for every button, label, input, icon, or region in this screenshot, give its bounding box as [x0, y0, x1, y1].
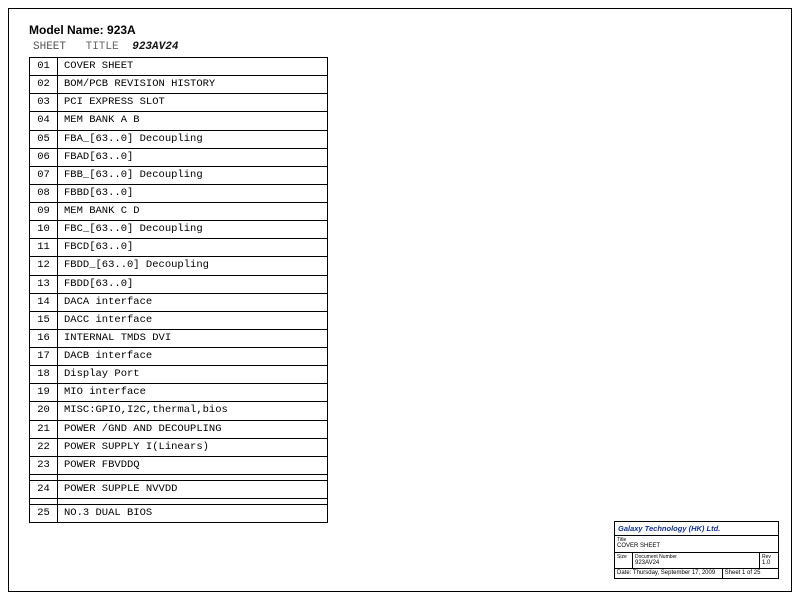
toc-row-title: INTERNAL TMDS DVI [58, 329, 328, 347]
table-row: 08FBBD[63..0] [30, 184, 328, 202]
toc-row-title: POWER /GND AND DECOUPLING [58, 420, 328, 438]
toc-row-title: PCI EXPRESS SLOT [58, 94, 328, 112]
toc-row-num: 03 [30, 94, 58, 112]
toc-row-num: 09 [30, 203, 58, 221]
toc-row-title: COVER SHEET [58, 58, 328, 76]
title-block: Galaxy Technology (HK) Ltd. Title COVER … [614, 521, 779, 579]
toc-row-title: FBCD[63..0] [58, 239, 328, 257]
table-row: 01COVER SHEET [30, 58, 328, 76]
page-frame: Model Name: 923A SHEET TITLE 923AV24 01C… [8, 8, 792, 592]
toc-row-num: 22 [30, 438, 58, 456]
toc-row-title: NO.3 DUAL BIOS [58, 505, 328, 523]
tb-date-label: Date: [617, 570, 631, 576]
table-row: 10FBC_[63..0] Decoupling [30, 221, 328, 239]
table-row: 24POWER SUPPLE NVVDD [30, 480, 328, 498]
toc-row-num: 19 [30, 384, 58, 402]
table-row: 13FBDD[63..0] [30, 275, 328, 293]
toc-row-num: 25 [30, 505, 58, 523]
table-row: 21POWER /GND AND DECOUPLING [30, 420, 328, 438]
table-row: 02BOM/PCB REVISION HISTORY [30, 76, 328, 94]
toc-row-title: Display Port [58, 366, 328, 384]
table-row: 18Display Port [30, 366, 328, 384]
tb-sheet-label: Sheet [725, 570, 741, 576]
toc-row-num: 10 [30, 221, 58, 239]
model-name-label: Model Name: [29, 23, 104, 37]
table-row: 11FBCD[63..0] [30, 239, 328, 257]
table-row: 25NO.3 DUAL BIOS [30, 505, 328, 523]
title-block-company: Galaxy Technology (HK) Ltd. [615, 522, 778, 536]
table-row: 05FBA_[63..0] Decoupling [30, 130, 328, 148]
toc-row-num: 14 [30, 293, 58, 311]
sheet-index: Model Name: 923A SHEET TITLE 923AV24 01C… [29, 23, 328, 523]
model-name-line: Model Name: 923A [29, 23, 328, 37]
toc-row-num: 01 [30, 58, 58, 76]
toc-row-title: FBA_[63..0] Decoupling [58, 130, 328, 148]
toc-col-sheet: SHEET [29, 41, 69, 53]
tb-sheet-value: 1 [742, 570, 745, 576]
tb-rev-value: 1.0 [762, 560, 776, 567]
toc-row-title: FBDD[63..0] [58, 275, 328, 293]
toc-row-title: DACC interface [58, 311, 328, 329]
toc-row-num: 06 [30, 148, 58, 166]
toc-row-title: POWER SUPPLY I(Linears) [58, 438, 328, 456]
tb-title-value: COVER SHEET [617, 543, 776, 550]
toc-row-num: 16 [30, 329, 58, 347]
toc-row-title: POWER SUPPLE NVVDD [58, 480, 328, 498]
table-row: 03PCI EXPRESS SLOT [30, 94, 328, 112]
toc-row-num: 23 [30, 456, 58, 474]
table-row: 04MEM BANK A B [30, 112, 328, 130]
toc-row-title: DACA interface [58, 293, 328, 311]
table-row: 12FBDD_[63..0] Decoupling [30, 257, 328, 275]
toc-row-num: 20 [30, 402, 58, 420]
toc-row-title: FBDD_[63..0] Decoupling [58, 257, 328, 275]
table-row: 06FBAD[63..0] [30, 148, 328, 166]
tb-date-value: Thursday, September 17, 2009 [633, 570, 715, 576]
toc-row-num: 18 [30, 366, 58, 384]
toc-row-num: 02 [30, 76, 58, 94]
table-row: 19MIO interface [30, 384, 328, 402]
tb-of-label: of [747, 570, 752, 576]
toc-row-num: 12 [30, 257, 58, 275]
toc-col-title-value: 923AV24 [132, 41, 178, 53]
table-row: 16INTERNAL TMDS DVI [30, 329, 328, 347]
toc-row-title: FBAD[63..0] [58, 148, 328, 166]
table-row: 14DACA interface [30, 293, 328, 311]
toc-row-title: MIO interface [58, 384, 328, 402]
toc-row-title: FBC_[63..0] Decoupling [58, 221, 328, 239]
toc-row-title: FBBD[63..0] [58, 184, 328, 202]
toc-row-title: DACB interface [58, 348, 328, 366]
toc-row-title: FBB_[63..0] Decoupling [58, 166, 328, 184]
toc-row-num: 05 [30, 130, 58, 148]
toc-row-num: 08 [30, 184, 58, 202]
table-row: 20MISC:GPIO,I2C,thermal,bios [30, 402, 328, 420]
table-row: 07FBB_[63..0] Decoupling [30, 166, 328, 184]
table-row: 15DACC interface [30, 311, 328, 329]
toc-row-num: 17 [30, 348, 58, 366]
tb-of-value: 25 [754, 570, 761, 576]
tb-docno-value: 923AV24 [635, 560, 757, 567]
toc-row-num: 15 [30, 311, 58, 329]
table-row: 09MEM BANK C D [30, 203, 328, 221]
toc-row-title: MEM BANK C D [58, 203, 328, 221]
toc-row-num: 24 [30, 480, 58, 498]
toc-row-num: 04 [30, 112, 58, 130]
toc-row-num: 13 [30, 275, 58, 293]
tb-size-label: Size [617, 554, 630, 560]
table-row: 17DACB interface [30, 348, 328, 366]
toc-row-title: BOM/PCB REVISION HISTORY [58, 76, 328, 94]
toc-row-num: 21 [30, 420, 58, 438]
model-name-value: 923A [107, 23, 136, 37]
toc-table: 01COVER SHEET02BOM/PCB REVISION HISTORY0… [29, 57, 328, 523]
toc-col-title-label: TITLE [76, 41, 126, 53]
toc-row-title: MISC:GPIO,I2C,thermal,bios [58, 402, 328, 420]
toc-row-title: MEM BANK A B [58, 112, 328, 130]
toc-row-num: 07 [30, 166, 58, 184]
toc-header: SHEET TITLE 923AV24 [29, 41, 328, 53]
toc-row-title: POWER FBVDDQ [58, 456, 328, 474]
table-row: 23POWER FBVDDQ [30, 456, 328, 474]
table-row: 22POWER SUPPLY I(Linears) [30, 438, 328, 456]
toc-row-num: 11 [30, 239, 58, 257]
